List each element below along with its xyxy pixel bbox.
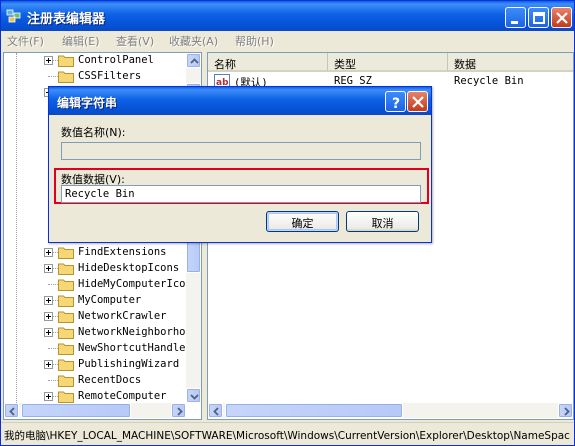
tree-item-label: RecentDocs: [78, 374, 142, 386]
expand-plus-icon[interactable]: [44, 360, 53, 369]
dialog-help-button[interactable]: ?: [385, 91, 406, 112]
tree-item-label: FindExtensions: [78, 246, 167, 258]
dialog-title: 编辑字符串: [57, 96, 118, 110]
svg-text:?: ?: [392, 96, 400, 112]
tree-item-label: RemoteComputer: [78, 390, 167, 402]
column-header-name[interactable]: 名称: [208, 53, 328, 72]
scroll-down-button[interactable]: [186, 388, 201, 403]
edit-string-dialog: 编辑字符串 ? 数值名称(N): 数值数据(V): Recycle Bin 确定…: [48, 86, 432, 243]
value-name-field: [61, 142, 421, 160]
tree-item-label: PublishingWizard: [78, 358, 180, 370]
folder-icon: [58, 327, 74, 339]
folder-icon: [58, 359, 74, 371]
tree-item-label: HideDesktopIcons: [78, 262, 180, 274]
tree-item-label: MyComputer: [78, 294, 142, 306]
menu-edit[interactable]: 编辑(E): [62, 33, 100, 49]
menu-favorites[interactable]: 收藏夹(A): [169, 33, 218, 49]
expand-plus-icon[interactable]: [44, 328, 53, 337]
expand-plus-icon[interactable]: [44, 264, 53, 273]
value-data-input[interactable]: Recycle Bin: [61, 185, 421, 203]
tree-item-label: CSSFilters: [78, 70, 142, 82]
tree-connector: [48, 76, 58, 77]
close-icon: [556, 12, 568, 24]
chevron-left-icon: [9, 407, 15, 416]
value-data: Recycle Bin: [454, 75, 524, 87]
tree-hscroll-thumb[interactable]: [21, 403, 131, 418]
status-path: 我的电脑\HKEY_LOCAL_MACHINE\SOFTWARE\Microso…: [4, 430, 570, 442]
expand-plus-icon[interactable]: [44, 248, 53, 257]
tree-item[interactable]: RecentDocs: [4, 373, 190, 389]
maximize-icon: [533, 12, 545, 24]
title-bar[interactable]: 注册表编辑器: [1, 1, 574, 31]
tree-item[interactable]: HideMyComputerIcons: [4, 277, 198, 293]
menu-bar: 文件(F) 编辑(E) 查看(V) 收藏夹(A) 帮助(H): [1, 31, 574, 50]
folder-icon: [58, 247, 74, 259]
status-bar: 我的电脑\HKEY_LOCAL_MACHINE\SOFTWARE\Microso…: [1, 422, 574, 445]
folder-icon: [58, 279, 74, 291]
tree-item[interactable]: FindExtensions: [4, 245, 190, 261]
expand-plus-icon[interactable]: [44, 296, 53, 305]
folder-icon: [58, 311, 74, 323]
list-hscroll-thumb[interactable]: [225, 403, 403, 418]
help-icon: ?: [392, 96, 400, 112]
tree-item[interactable]: NetworkCrawler: [4, 309, 190, 325]
value-name-label: 数值名称(N):: [61, 126, 126, 139]
menu-help[interactable]: 帮助(H): [235, 33, 274, 49]
dialog-title-bar[interactable]: 编辑字符串 ?: [49, 87, 431, 115]
maximize-button[interactable]: [528, 7, 549, 28]
tree-item[interactable]: PublishingWizard: [4, 357, 190, 373]
chevron-up-icon: [190, 58, 199, 64]
scroll-right-button[interactable]: [171, 403, 186, 418]
tree-horizontal-scrollbar[interactable]: [4, 403, 186, 418]
tree-item[interactable]: ControlPanel: [4, 53, 190, 69]
tree-connector: [48, 284, 58, 285]
tree-item-label: NewShortcutHandlers: [78, 342, 199, 354]
menu-view[interactable]: 查看(V): [116, 33, 154, 49]
tree-item-label: HideMyComputerIcons: [78, 278, 199, 290]
menu-file[interactable]: 文件(F): [7, 33, 44, 49]
chevron-down-icon: [190, 394, 199, 400]
tree-item[interactable]: NetworkNeighborhood: [4, 325, 198, 341]
column-header-type[interactable]: 类型: [328, 53, 448, 72]
tree-item[interactable]: MyComputer: [4, 293, 190, 309]
minimize-button[interactable]: [505, 7, 526, 28]
scroll-up-button[interactable]: [186, 53, 201, 68]
expand-plus-icon[interactable]: [44, 312, 53, 321]
chevron-left-icon: [213, 407, 219, 416]
folder-icon: [58, 55, 74, 67]
window-title: 注册表编辑器: [27, 12, 106, 27]
folder-icon: [58, 71, 74, 83]
folder-icon: [58, 375, 74, 387]
tree-item-label: NetworkNeighborhood: [78, 326, 199, 338]
scroll-left-button[interactable]: [4, 403, 19, 418]
tree-item[interactable]: CSSFilters: [4, 69, 190, 85]
folder-icon: [58, 263, 74, 275]
tree-item[interactable]: HideDesktopIcons: [4, 261, 190, 277]
close-button[interactable]: [551, 7, 572, 28]
tree-connector: [48, 380, 58, 381]
cancel-button[interactable]: 取消: [346, 211, 419, 232]
ok-button[interactable]: 确定: [266, 211, 339, 232]
minimize-icon: [511, 21, 518, 24]
chevron-right-icon: [177, 407, 183, 416]
tree-item[interactable]: NewShortcutHandlers: [4, 341, 198, 357]
tree-connector: [48, 348, 58, 349]
tree-item-label: NetworkCrawler: [78, 310, 167, 322]
list-scroll-right-button[interactable]: [558, 403, 573, 418]
column-header-data[interactable]: 数据: [448, 53, 573, 72]
tree-item-label: ControlPanel: [78, 54, 154, 66]
folder-icon: [58, 343, 74, 355]
close-icon: [412, 96, 424, 108]
dialog-close-button[interactable]: [407, 91, 428, 112]
list-scroll-left-button[interactable]: [208, 403, 223, 418]
chevron-right-icon: [564, 407, 570, 416]
expand-plus-icon[interactable]: [44, 392, 53, 401]
regedit-icon: [6, 9, 21, 23]
folder-icon: [58, 391, 74, 403]
folder-icon: [58, 295, 74, 307]
list-horizontal-scrollbar[interactable]: [208, 403, 573, 418]
expand-plus-icon[interactable]: [44, 56, 53, 65]
